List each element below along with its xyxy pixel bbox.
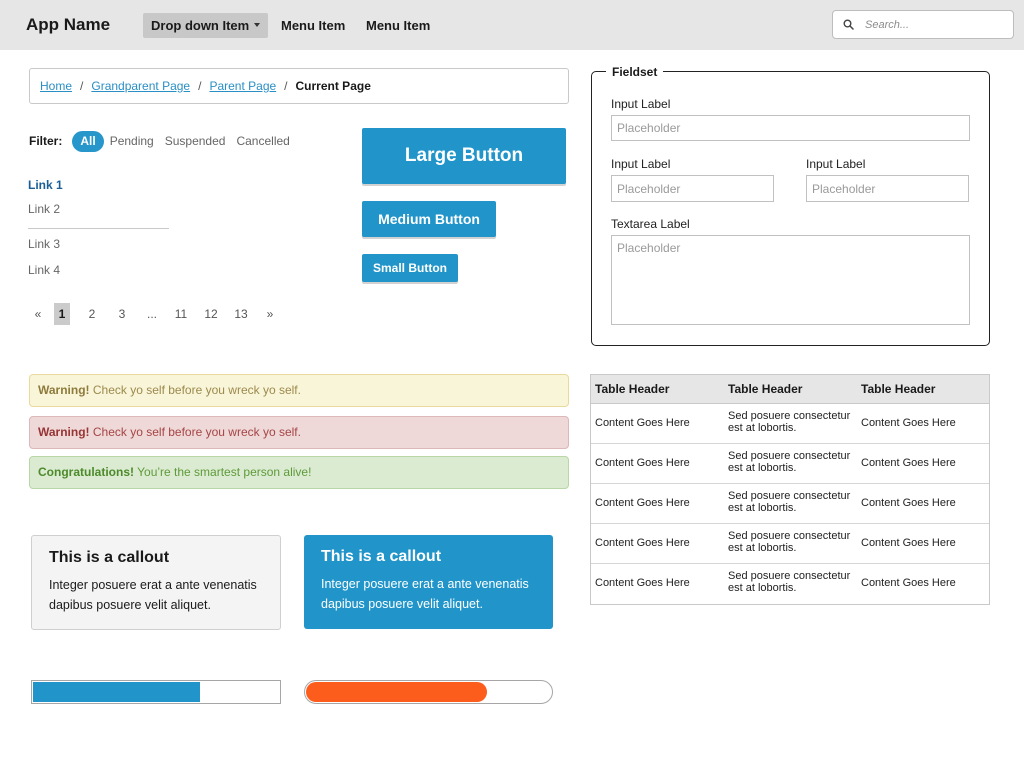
table-cell: Sed posuere consectetur est at lobortis. (728, 570, 851, 594)
search-box (832, 10, 1014, 39)
nav-link-3[interactable]: Link 3 (28, 237, 60, 251)
text-input-1[interactable] (611, 115, 970, 141)
callout-light: This is a callout Integer posuere erat a… (31, 535, 281, 630)
dropdown-label: Drop down Item (151, 18, 250, 33)
pagination-page[interactable]: 13 (232, 303, 250, 325)
table-cell: Sed posuere consectetur est at lobortis. (728, 490, 851, 514)
table-cell: Content Goes Here (595, 497, 690, 509)
alert-text: Check yo self before you wreck yo self. (89, 425, 301, 439)
text-input-2[interactable] (611, 175, 774, 202)
pagination-page[interactable]: 11 (172, 303, 190, 325)
input-label-3: Input Label (806, 157, 866, 171)
progress-fill (33, 682, 201, 702)
app-name[interactable]: App Name (26, 15, 110, 35)
table-row: Content Goes Here Sed posuere consectetu… (591, 404, 989, 444)
breadcrumb-current: Current Page (295, 79, 371, 93)
menu-item-2[interactable]: Menu Item (366, 13, 430, 38)
table-row: Content Goes Here Sed posuere consectetu… (591, 524, 989, 564)
pagination-ellipsis: ... (146, 307, 157, 321)
table-cell: Content Goes Here (595, 417, 690, 429)
progress-fill (306, 682, 488, 702)
breadcrumb-home[interactable]: Home (40, 79, 72, 93)
filter-option-suspended[interactable]: Suspended (165, 134, 226, 148)
table-header-row: Table Header Table Header Table Header (591, 375, 989, 404)
table-row: Content Goes Here Sed posuere consectetu… (591, 564, 989, 604)
breadcrumb-separator: / (284, 79, 288, 93)
progress-bar-square (31, 680, 281, 704)
table-cell: Content Goes Here (595, 537, 690, 549)
alert-strong: Warning! (38, 383, 90, 397)
nav-link-4[interactable]: Link 4 (28, 263, 60, 277)
table-header-cell[interactable]: Table Header (728, 375, 802, 403)
filter-option-cancelled[interactable]: Cancelled (236, 134, 289, 148)
filter-bar: Filter: All Pending Suspended Cancelled (29, 130, 301, 152)
breadcrumb-grandparent[interactable]: Grandparent Page (91, 79, 190, 93)
medium-button[interactable]: Medium Button (362, 201, 496, 237)
callout-title: This is a callout (49, 549, 170, 566)
table-cell: Sed posuere consectetur est at lobortis. (728, 450, 851, 474)
large-button[interactable]: Large Button (362, 128, 566, 184)
pagination-next[interactable]: » (264, 303, 276, 325)
table-cell: Content Goes Here (861, 497, 956, 509)
fieldset: Fieldset Input Label Input Label Input L… (591, 64, 990, 346)
menu-item-1[interactable]: Menu Item (281, 13, 345, 38)
table-cell: Content Goes Here (595, 577, 690, 589)
filter-option-all[interactable]: All (72, 131, 104, 152)
nav-link-1[interactable]: Link 1 (28, 178, 63, 192)
pagination-prev[interactable]: « (32, 303, 44, 325)
textarea-input[interactable] (611, 235, 970, 325)
table-cell: Content Goes Here (861, 577, 956, 589)
table-cell: Content Goes Here (861, 457, 956, 469)
data-table: Table Header Table Header Table Header C… (590, 374, 990, 605)
input-label-2: Input Label (611, 157, 671, 171)
pagination-page[interactable]: 3 (115, 303, 129, 325)
caret-down-icon (254, 23, 261, 27)
callout-body: Integer posuere erat a ante venenatis da… (49, 578, 257, 612)
callout-blue: This is a callout Integer posuere erat a… (304, 535, 553, 629)
alert-strong: Congratulations! (38, 465, 134, 479)
table-cell: Sed posuere consectetur est at lobortis. (728, 410, 851, 434)
danger-alert: Warning! Check yo self before you wreck … (29, 416, 569, 449)
callout-body: Integer posuere erat a ante venenatis da… (321, 577, 529, 611)
pagination-page-current[interactable]: 1 (54, 303, 70, 325)
breadcrumb-separator: / (80, 79, 84, 93)
filter-label: Filter: (29, 134, 63, 148)
nav-link-2[interactable]: Link 2 (28, 202, 60, 216)
table-row: Content Goes Here Sed posuere consectetu… (591, 484, 989, 524)
pagination-page[interactable]: 12 (202, 303, 220, 325)
link-divider (28, 228, 169, 229)
text-input-3[interactable] (806, 175, 969, 202)
table-cell: Content Goes Here (595, 457, 690, 469)
table-row: Content Goes Here Sed posuere consectetu… (591, 444, 989, 484)
alert-text: You’re the smartest person alive! (134, 465, 312, 479)
textarea-label: Textarea Label (611, 217, 690, 231)
table-cell: Sed posuere consectetur est at lobortis. (728, 530, 851, 554)
progress-bar-rounded (304, 680, 553, 704)
table-cell: Content Goes Here (861, 417, 956, 429)
small-button[interactable]: Small Button (362, 254, 458, 282)
alert-strong: Warning! (38, 425, 90, 439)
table-header-cell[interactable]: Table Header (861, 375, 935, 403)
breadcrumb-separator: / (198, 79, 202, 93)
breadcrumb: Home / Grandparent Page / Parent Page / Curren… (29, 68, 569, 104)
search-input[interactable] (863, 15, 1008, 34)
pagination-page[interactable]: 2 (85, 303, 99, 325)
fieldset-legend: Fieldset (606, 64, 664, 80)
table-header-cell[interactable]: Table Header (595, 375, 669, 403)
top-navbar: App Name Drop down Item Menu Item Menu I… (0, 0, 1024, 50)
table-cell: Content Goes Here (861, 537, 956, 549)
breadcrumb-parent[interactable]: Parent Page (209, 79, 276, 93)
alert-text: Check yo self before you wreck yo self. (89, 383, 301, 397)
callout-title: This is a callout (321, 548, 442, 565)
success-alert: Congratulations! You’re the smartest per… (29, 456, 569, 489)
filter-option-pending[interactable]: Pending (110, 134, 154, 148)
search-icon (843, 19, 854, 30)
input-label-1: Input Label (611, 97, 671, 111)
warning-alert: Warning! Check yo self before you wreck … (29, 374, 569, 407)
dropdown-menu-item[interactable]: Drop down Item (143, 13, 269, 38)
